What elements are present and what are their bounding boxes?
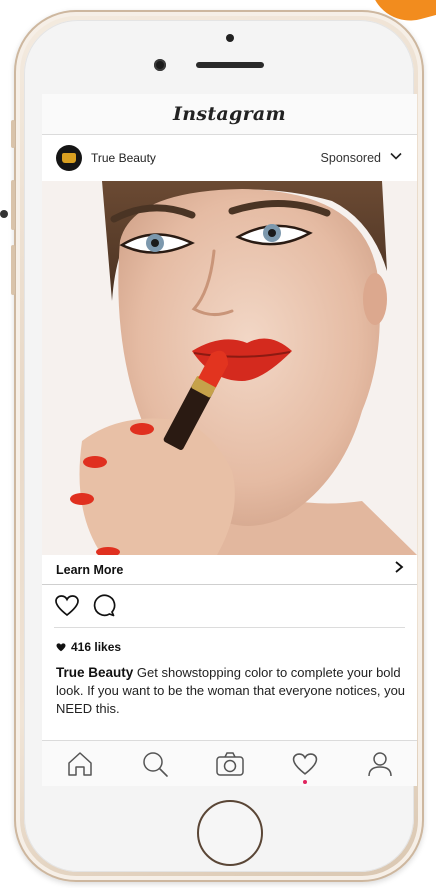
camera-icon [215, 752, 244, 776]
comment-button[interactable] [92, 593, 116, 623]
comment-icon [93, 593, 116, 616]
learn-more-label: Learn More [56, 562, 124, 577]
notification-dot [302, 780, 307, 784]
heart-icon [55, 594, 79, 616]
mute-switch [11, 120, 15, 148]
home-icon [67, 752, 92, 776]
tab-home[interactable] [64, 748, 96, 780]
caption-author[interactable]: True Beauty [56, 665, 133, 680]
chevron-down-icon[interactable] [389, 149, 403, 168]
earpiece-speaker [196, 62, 264, 68]
post-actions [54, 593, 116, 623]
likes-label: 416 likes [71, 640, 122, 654]
profile-icon [367, 752, 392, 777]
instagram-logo: Instagram [173, 103, 286, 125]
tab-activity[interactable] [289, 748, 321, 784]
post-image[interactable] [42, 181, 417, 555]
tab-camera[interactable] [214, 748, 246, 780]
sponsored-label: Sponsored [320, 151, 381, 165]
tab-search[interactable] [139, 748, 171, 780]
heart-icon [292, 752, 317, 775]
avatar[interactable] [56, 145, 82, 171]
front-camera [154, 59, 166, 71]
post-caption: True Beauty Get showstopping color to co… [56, 664, 406, 718]
home-button[interactable] [197, 800, 263, 866]
decorative-dot [0, 210, 8, 218]
bottom-tab-bar [42, 740, 417, 786]
volume-down-button [11, 245, 15, 295]
tab-profile[interactable] [364, 748, 396, 780]
proximity-sensor [226, 34, 234, 42]
account-name[interactable]: True Beauty [91, 151, 321, 165]
likes-count[interactable]: 416 likes [56, 640, 121, 654]
volume-up-button [11, 180, 15, 230]
phone-screen: Instagram True Beauty Sponsored Learn Mo… [42, 94, 417, 786]
learn-more-bar[interactable]: Learn More [42, 555, 417, 585]
crown-icon [62, 153, 76, 163]
like-button[interactable] [54, 594, 80, 623]
search-icon [142, 752, 168, 777]
heart-filled-icon [56, 642, 66, 651]
post-header: True Beauty Sponsored [42, 135, 417, 181]
divider [54, 627, 405, 628]
app-header: Instagram [42, 94, 417, 135]
chevron-right-icon [393, 560, 405, 579]
